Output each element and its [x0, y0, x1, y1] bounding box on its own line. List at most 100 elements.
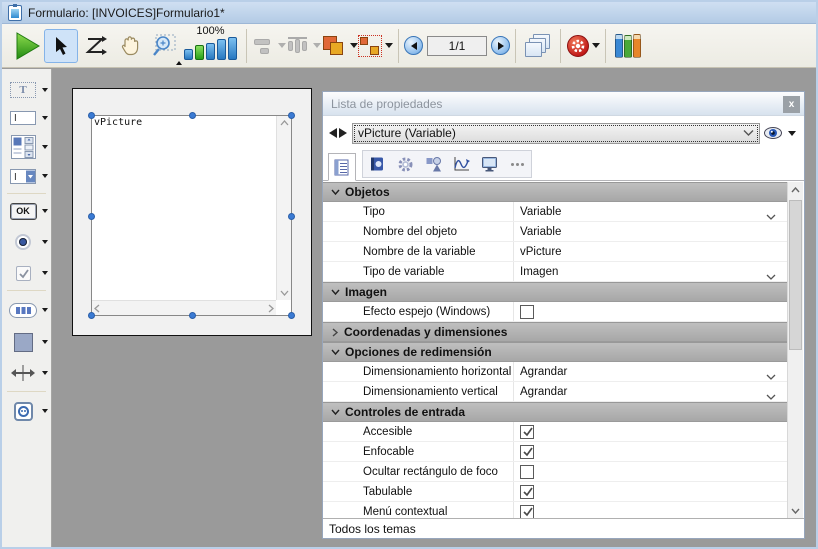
book-icon	[369, 156, 385, 172]
property-value[interactable]: vPicture	[513, 242, 788, 261]
property-value[interactable]	[513, 482, 788, 501]
badges-tool-button[interactable]	[358, 29, 393, 63]
scroll-up-icon	[280, 120, 289, 126]
selection-handle[interactable]	[88, 112, 95, 119]
property-value[interactable]	[513, 462, 788, 481]
checkbox-checked[interactable]	[520, 485, 534, 499]
dropdown-chevron-icon[interactable]	[766, 268, 776, 286]
selection-handle[interactable]	[88, 312, 95, 319]
previous-object-button[interactable]	[329, 128, 337, 138]
property-value[interactable]	[513, 302, 788, 321]
selection-handle[interactable]	[189, 112, 196, 119]
checkbox-unchecked[interactable]	[520, 465, 534, 479]
dropdown-chevron-icon[interactable]	[766, 388, 776, 406]
combo-box-tool[interactable]: I	[2, 162, 51, 190]
checkbox-checked[interactable]	[520, 445, 534, 459]
button-grid-tool[interactable]	[2, 294, 51, 326]
tab-events[interactable]	[447, 151, 475, 177]
button-tool[interactable]: OK	[2, 197, 51, 225]
next-object-button[interactable]	[339, 128, 347, 138]
object-horizontal-scrollbar[interactable]	[92, 300, 276, 315]
previous-page-button[interactable]	[404, 36, 423, 55]
entry-order-tool-button[interactable]	[78, 29, 112, 63]
object-vertical-scrollbar[interactable]	[276, 116, 291, 300]
tab-more[interactable]	[503, 151, 531, 177]
property-value[interactable]	[513, 502, 788, 519]
hand-tool-button[interactable]	[112, 29, 146, 63]
scroll-down-button[interactable]	[788, 503, 803, 519]
rectangle-tool[interactable]	[2, 326, 51, 358]
library-button[interactable]	[611, 29, 645, 63]
button-grid-tool-menu-arrow[interactable]	[42, 308, 48, 312]
panel-scrollbar[interactable]	[787, 182, 803, 519]
selection-handle[interactable]	[189, 312, 196, 319]
property-label: Nombre de la variable	[323, 246, 513, 258]
theme-filter-label: Todos los temas	[329, 522, 416, 536]
property-value[interactable]: Variable	[513, 222, 788, 241]
close-icon[interactable]: x	[783, 96, 800, 113]
layering-tool-button[interactable]	[321, 29, 358, 63]
selection-handle[interactable]	[288, 213, 295, 220]
section-header-imagen[interactable]: Imagen	[323, 282, 788, 302]
text-tool-menu-arrow[interactable]	[42, 88, 48, 92]
button-tool-menu-arrow[interactable]	[42, 209, 48, 213]
list-box-tool-menu-arrow[interactable]	[42, 145, 48, 149]
zoom-bars-icon[interactable]	[184, 37, 237, 60]
splitter-tool-menu-arrow[interactable]	[42, 371, 48, 375]
property-value[interactable]: Agrandar	[513, 382, 788, 401]
checkbox-tool[interactable]	[2, 259, 51, 287]
section-header-coordenadas-y-dimensiones[interactable]: Coordenadas y dimensiones	[323, 322, 788, 342]
zoom-tool-button[interactable]	[146, 29, 180, 63]
selection-handle[interactable]	[288, 312, 295, 319]
form-pages-button[interactable]	[521, 29, 555, 63]
scrollbar-thumb[interactable]	[789, 200, 802, 350]
property-label: Tipo	[323, 206, 513, 218]
property-label: Enfocable	[323, 446, 513, 458]
tab-objects[interactable]	[363, 151, 391, 177]
list-box-tool[interactable]	[2, 132, 51, 162]
tab-options[interactable]	[391, 151, 419, 177]
selection-handle[interactable]	[288, 112, 295, 119]
object-selector-dropdown[interactable]: vPicture (Variable)	[352, 123, 760, 144]
curve-chart-icon	[453, 156, 470, 172]
tab-shapes[interactable]	[419, 151, 447, 177]
selection-handle[interactable]	[88, 213, 95, 220]
shields-button[interactable]	[566, 29, 600, 63]
display-options-button[interactable]	[763, 126, 796, 140]
plugin-area-tool[interactable]	[2, 395, 51, 427]
picture-variable-object[interactable]: vPicture	[91, 115, 292, 316]
text-tool[interactable]: T	[2, 76, 51, 104]
splitter-tool[interactable]	[2, 358, 51, 388]
rectangle-tool-menu-arrow[interactable]	[42, 340, 48, 344]
property-value[interactable]	[513, 422, 788, 441]
checkbox-tool-menu-arrow[interactable]	[42, 271, 48, 275]
tab-all-properties[interactable]	[328, 153, 356, 181]
property-value[interactable]: Imagen	[513, 262, 788, 281]
zoom-level-widget[interactable]: 100%	[184, 26, 237, 65]
run-form-button[interactable]	[10, 29, 44, 63]
input-tool[interactable]: I	[2, 104, 51, 132]
checkbox-checked[interactable]	[520, 505, 534, 519]
input-tool-menu-arrow[interactable]	[42, 116, 48, 120]
section-header-objetos[interactable]: Objetos	[323, 182, 788, 202]
combo-box-tool-menu-arrow[interactable]	[42, 174, 48, 178]
property-value[interactable]: Agrandar	[513, 362, 788, 381]
page-indicator[interactable]: 1/1	[427, 36, 487, 56]
section-header-opciones-de-redimension[interactable]: Opciones de redimensión	[323, 342, 788, 362]
zoom-level-label: 100%	[196, 26, 224, 37]
distribute-icon	[286, 35, 310, 57]
scroll-up-button[interactable]	[788, 182, 803, 198]
tab-display[interactable]	[475, 151, 503, 177]
checkbox-checked[interactable]	[520, 425, 534, 439]
property-value[interactable]: Variable	[513, 202, 788, 221]
section-header-controles-de-entrada[interactable]: Controles de entrada	[323, 402, 788, 422]
next-page-button[interactable]	[491, 36, 510, 55]
property-value[interactable]	[513, 442, 788, 461]
form-page[interactable]: vPicture	[72, 88, 312, 336]
plugin-area-tool-menu-arrow[interactable]	[42, 409, 48, 413]
selection-tool-button[interactable]	[44, 29, 78, 63]
radio-button-tool-menu-arrow[interactable]	[42, 240, 48, 244]
checkbox-unchecked[interactable]	[520, 305, 534, 319]
radio-button-tool[interactable]	[2, 225, 51, 259]
theme-filter-bar[interactable]: Todos los temas	[323, 518, 804, 538]
